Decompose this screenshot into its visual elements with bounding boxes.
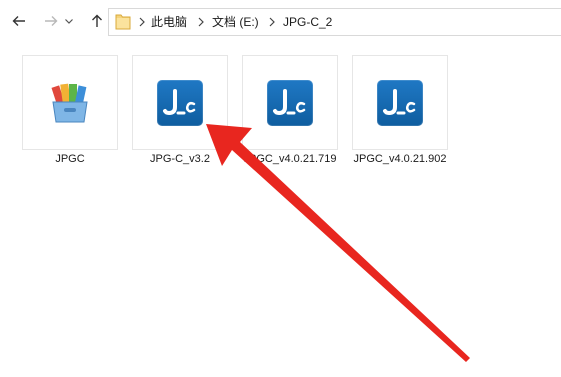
- file-name: JPGC: [55, 153, 85, 165]
- file-item[interactable]: [132, 55, 228, 150]
- up-button[interactable]: [84, 8, 110, 34]
- jpgc-app-icon: [267, 80, 313, 126]
- file-name: JPGC_v4.0.21.902: [353, 153, 447, 165]
- file-name: JPG-C_v3.2: [150, 153, 210, 165]
- breadcrumb-item-drive[interactable]: 文档 (E:): [212, 13, 259, 31]
- arrow-left-icon: [12, 16, 25, 26]
- arrow-up-icon: [92, 14, 102, 27]
- chevron-right-icon: [137, 15, 147, 29]
- folder-icon: [115, 14, 131, 30]
- chevron-right-icon: [196, 15, 206, 29]
- jpgc-app-icon: [157, 80, 203, 126]
- package-icon: [51, 83, 88, 123]
- breadcrumb-item-this-pc[interactable]: 此电脑: [151, 13, 187, 31]
- address-bar[interactable]: 此电脑 文档 (E:) JPG-C_2: [108, 8, 561, 36]
- arrow-right-icon: [45, 16, 58, 26]
- file-item[interactable]: [352, 55, 448, 150]
- file-item[interactable]: [242, 55, 338, 150]
- back-button[interactable]: [6, 8, 32, 34]
- file-item[interactable]: [22, 55, 118, 150]
- breadcrumb-item-folder[interactable]: JPG-C_2: [283, 13, 332, 31]
- forward-button[interactable]: [38, 8, 64, 34]
- navigation-bar: 此电脑 文档 (E:) JPG-C_2: [0, 0, 561, 42]
- chevron-down-icon: [65, 19, 73, 24]
- file-name: JPGC_v4.0.21.719: [243, 153, 337, 165]
- file-list: JPGC JPG-C_v3.2 JPGC_v4.0.21.719 JPGC_v4…: [0, 50, 561, 190]
- chevron-right-icon: [267, 15, 277, 29]
- recent-locations-button[interactable]: [62, 8, 76, 34]
- jpgc-app-icon: [377, 80, 423, 126]
